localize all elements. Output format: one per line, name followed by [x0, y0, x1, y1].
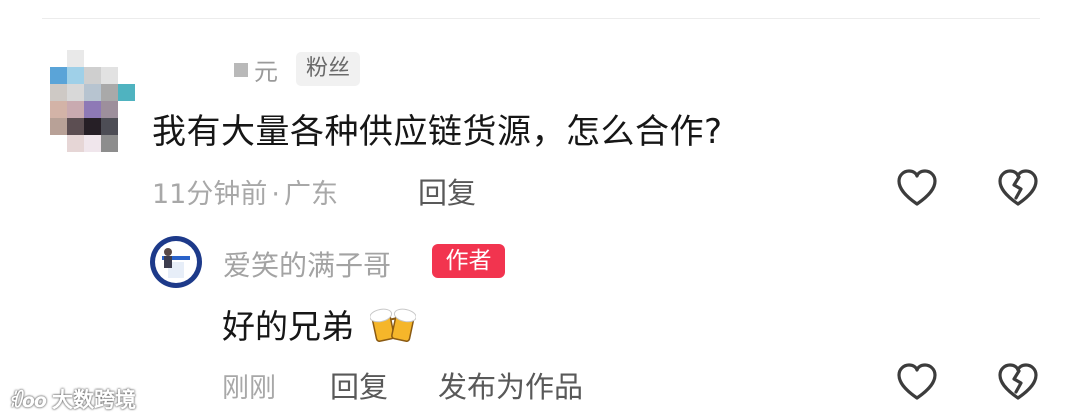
comment-reply-button[interactable]: 回复 [418, 170, 476, 212]
avatar-pixel-cell [84, 67, 101, 84]
avatar-pixel-cell [118, 118, 135, 135]
avatar-pixel-cell [50, 101, 67, 118]
avatar-pixel-cell [101, 135, 118, 152]
avatar-pixel-cell [84, 118, 101, 135]
watermark-text: 大数跨境 [51, 388, 136, 412]
avatar-pixel-cell [67, 118, 84, 135]
broken-heart-icon [998, 169, 1038, 206]
username-mask [234, 62, 248, 77]
avatar-pixel-cell [101, 84, 118, 101]
heart-icon [897, 363, 937, 400]
comment-text: 我有大量各种供应链货源，怎么合作? [152, 112, 723, 152]
avatar-pixel-cell [101, 118, 118, 135]
fan-badge: 粉丝 [296, 52, 361, 86]
avatar-pixel-cell [67, 101, 84, 118]
avatar-pixel-cell [67, 67, 84, 84]
avatar-pixel-cell [67, 84, 84, 101]
avatar-pixel-cell [50, 67, 67, 84]
avatar-pixel-cell [118, 135, 135, 152]
avatar-pixel-cell [67, 135, 84, 152]
reply-reply-button[interactable]: 回复 [330, 364, 388, 406]
avatar-pixel-cell [101, 50, 118, 67]
heart-icon [897, 169, 937, 206]
avatar-pixel-cell [101, 67, 118, 84]
avatar-pixel-cell [50, 50, 67, 67]
avatar-pixel-cell [67, 50, 84, 67]
reply-time: 刚刚 [222, 373, 276, 404]
author-avatar[interactable] [150, 236, 202, 288]
avatar-pixel-cell [101, 101, 118, 118]
avatar-pixel-cell [50, 84, 67, 101]
commenter-avatar[interactable] [50, 50, 135, 152]
reply-like-icon[interactable] [896, 362, 938, 402]
avatar-pixel-cell [84, 101, 101, 118]
watermark-logo: ꂇoo [8, 389, 47, 412]
author-avatar-image [150, 236, 202, 288]
author-badge: 作者 [432, 244, 505, 278]
avatar-pixel-cell [118, 84, 135, 101]
avatar-pixel-cell [50, 118, 67, 135]
comment-time: 11分钟前 [152, 179, 268, 210]
avatar-pixel-cell [118, 50, 135, 67]
broken-heart-icon [998, 363, 1038, 400]
author-username[interactable]: 爱笑的满子哥 [223, 244, 391, 284]
comment-location: 广东 [283, 179, 338, 210]
avatar-pixel-cell [118, 101, 135, 118]
comment-meta: 11分钟前 · 广东 [152, 172, 338, 211]
reply-text: 好的兄弟 [222, 307, 354, 346]
avatar-pixel-cell [84, 84, 101, 101]
reply-dislike-icon[interactable] [997, 362, 1039, 402]
publish-as-work-button[interactable]: 发布为作品 [438, 364, 583, 406]
avatar-pixel-cell [84, 50, 101, 67]
meta-separator: · [271, 179, 280, 210]
beer-mugs-icon [370, 308, 416, 342]
comment-like-icon[interactable] [896, 168, 938, 208]
avatar-pixel-cell [118, 67, 135, 84]
commenter-username-text: 元 [254, 58, 278, 86]
watermark: ꂇoo 大数跨境 [8, 384, 136, 414]
top-divider [42, 18, 1040, 19]
reply-text-row: 好的兄弟 [222, 300, 416, 348]
comment-dislike-icon[interactable] [997, 168, 1039, 208]
avatar-pixel-cell [84, 135, 101, 152]
avatar-pixel-cell [50, 135, 67, 152]
commenter-username[interactable]: 元 [234, 52, 278, 87]
